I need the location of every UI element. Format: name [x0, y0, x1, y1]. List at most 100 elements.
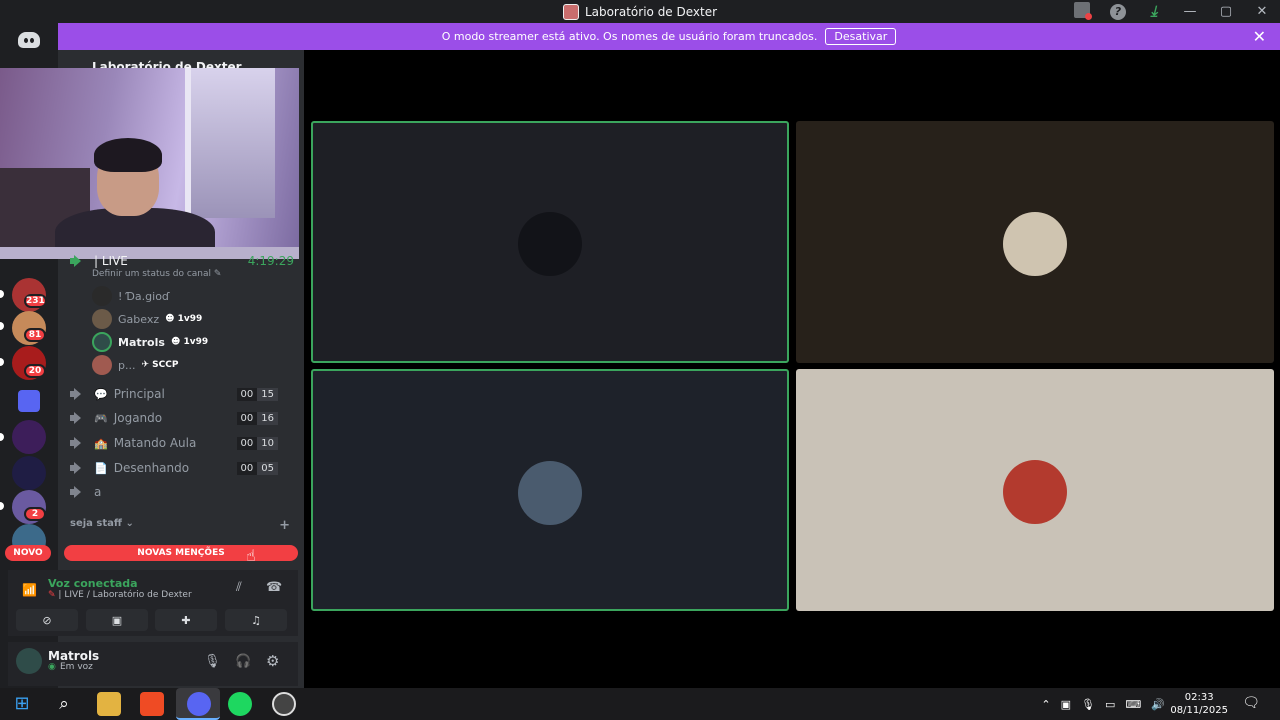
- microphone-tray-icon[interactable]: 🎙: [1081, 698, 1095, 711]
- speaker-icon: [70, 462, 84, 474]
- voice-channel-desenhando[interactable]: 📄 Desenhando 00 05: [70, 457, 290, 479]
- tray-app-icon[interactable]: ▣: [1061, 698, 1071, 711]
- counter-current: 00: [236, 387, 258, 401]
- screen-share-button[interactable]: ▣: [86, 609, 148, 631]
- brave-browser-icon[interactable]: [140, 692, 164, 716]
- window-titlebar: Laboratório de Dexter ? ⤓ — ▢ ✕: [0, 0, 1280, 23]
- guild-badge: 2: [24, 507, 46, 521]
- windows-start-icon[interactable]: ⊞: [10, 692, 34, 716]
- notification-icon[interactable]: 🗨: [1242, 695, 1260, 711]
- guild-icon[interactable]: [12, 420, 46, 454]
- close-icon[interactable]: ✕: [1253, 27, 1266, 46]
- new-badge[interactable]: NOVO: [5, 545, 51, 561]
- discord-home-icon[interactable]: [18, 32, 40, 48]
- screen-share-status-icon[interactable]: [1064, 1, 1100, 22]
- activities-button[interactable]: ✚: [155, 609, 217, 631]
- voice-status-icon: ◉: [48, 662, 56, 672]
- member-name: p...: [118, 358, 136, 372]
- app-icon[interactable]: [272, 692, 296, 716]
- close-window-button[interactable]: ✕: [1244, 4, 1280, 19]
- channel-name: Jogando: [113, 411, 163, 425]
- user-limit-counter: 00 16: [236, 411, 278, 425]
- avatar: [92, 332, 112, 352]
- guild-icon[interactable]: [12, 456, 46, 490]
- counter-current: 00: [236, 436, 258, 450]
- pencil-icon: ✎: [213, 269, 222, 279]
- set-channel-status[interactable]: Definir um status do canal ✎: [92, 269, 221, 279]
- soundboard-button[interactable]: ♫: [225, 609, 287, 631]
- speaker-icon: [70, 412, 84, 424]
- voice-channel-principal[interactable]: 💬 Principal 00 15: [70, 383, 290, 405]
- headphones-icon[interactable]: 🎧: [235, 654, 251, 669]
- download-icon[interactable]: ⤓: [1136, 3, 1172, 20]
- gear-icon[interactable]: ⚙: [266, 652, 279, 670]
- voice-channel-matando-aula[interactable]: 🏫 Matando Aula 00 10: [70, 432, 290, 454]
- channel-name: Principal: [113, 387, 165, 401]
- participant-tile[interactable]: [796, 121, 1274, 363]
- file-explorer-icon[interactable]: [97, 692, 121, 716]
- disconnect-icon[interactable]: ☎: [266, 580, 282, 595]
- participant-tile[interactable]: [796, 369, 1274, 611]
- voice-status: Voz conectada: [48, 577, 138, 590]
- user-name[interactable]: Matrols: [48, 649, 99, 663]
- window-controls: ? ⤓ — ▢ ✕: [1064, 0, 1280, 23]
- participant-avatar: [518, 461, 582, 525]
- counter-max: 16: [257, 411, 278, 425]
- member-name: Gabexz: [118, 312, 160, 326]
- microphone-icon[interactable]: 🎙: [204, 654, 221, 669]
- spotify-icon[interactable]: [228, 692, 252, 716]
- user-limit-counter: 00 15: [236, 387, 278, 401]
- member-tag-text: SCCP: [152, 360, 179, 370]
- voice-member[interactable]: ! Ɗa.gioɗ: [92, 285, 170, 307]
- webcam-person-hair: [94, 138, 162, 172]
- speaker-icon: [70, 255, 84, 267]
- discord-taskbar-icon: [187, 692, 211, 716]
- window-title: Laboratório de Dexter: [562, 3, 717, 20]
- member-name: Matrols: [118, 335, 165, 349]
- voice-channel-a[interactable]: a: [70, 481, 290, 503]
- participant-tile[interactable]: [311, 121, 789, 363]
- counter-max: 05: [257, 461, 278, 475]
- search-icon[interactable]: ⌕: [52, 692, 76, 716]
- counter-max: 10: [257, 436, 278, 450]
- hand-cursor-icon: ☝: [246, 546, 256, 565]
- gamepad-icon: 🎮: [94, 411, 108, 425]
- display-icon[interactable]: ▭: [1105, 698, 1115, 711]
- channel-status-prompt: Definir um status do canal: [92, 269, 212, 279]
- camera-off-button[interactable]: ⊘: [16, 609, 78, 631]
- speaker-icon: [70, 388, 84, 400]
- new-mentions-button[interactable]: NOVAS MENÇÕES: [64, 545, 298, 561]
- voice-member[interactable]: Matrols ☻ 1v99: [92, 331, 208, 353]
- avatar[interactable]: [16, 648, 42, 674]
- help-icon[interactable]: ?: [1100, 3, 1136, 20]
- counter-max: 15: [257, 387, 278, 401]
- guild-badge: 20: [24, 364, 46, 378]
- minimize-button[interactable]: —: [1172, 4, 1208, 19]
- member-tag-text: 1v99: [183, 337, 209, 347]
- paper-icon: 📄: [94, 461, 108, 475]
- voice-member[interactable]: p... ✈ SCCP: [92, 354, 178, 376]
- network-icon[interactable]: ⌨: [1125, 698, 1141, 711]
- voice-channel-path[interactable]: ✎ | LIVE / Laboratório de Dexter: [48, 590, 192, 600]
- category-seja-staff[interactable]: seja staff ⌄ +: [70, 518, 290, 533]
- participant-avatar: [1003, 460, 1067, 524]
- add-channel-icon[interactable]: +: [279, 518, 290, 533]
- voice-member[interactable]: Gabexz ☻ 1v99: [92, 308, 202, 330]
- volume-icon[interactable]: 🔊: [1151, 698, 1165, 711]
- channel-name: Desenhando: [113, 461, 190, 475]
- chevron-up-icon[interactable]: ⌃: [1041, 698, 1050, 711]
- streamer-mode-banner: O modo streamer está ativo. Os nomes de …: [58, 23, 1280, 50]
- maximize-button[interactable]: ▢: [1208, 4, 1244, 19]
- windows-taskbar: ⊞ ⌕ ⌃ ▣ 🎙 ▭ ⌨ 🔊 02:33 08/11/2025 🗨: [0, 688, 1280, 720]
- channel-timer: 4:19:29: [247, 254, 294, 268]
- folder-icon[interactable]: [18, 390, 40, 412]
- noise-suppression-icon[interactable]: ⫽: [236, 580, 242, 595]
- system-clock[interactable]: 02:33 08/11/2025: [1170, 691, 1228, 717]
- user-limit-counter: 00 10: [236, 436, 278, 450]
- signal-icon[interactable]: 📶: [22, 583, 37, 597]
- channel-name: | LIVE: [94, 254, 128, 268]
- participant-tile[interactable]: [311, 369, 789, 611]
- disable-streamer-mode-button[interactable]: Desativar: [825, 28, 897, 45]
- voice-channel-jogando[interactable]: 🎮 Jogando 00 16: [70, 407, 290, 429]
- clock-date: 08/11/2025: [1170, 705, 1228, 716]
